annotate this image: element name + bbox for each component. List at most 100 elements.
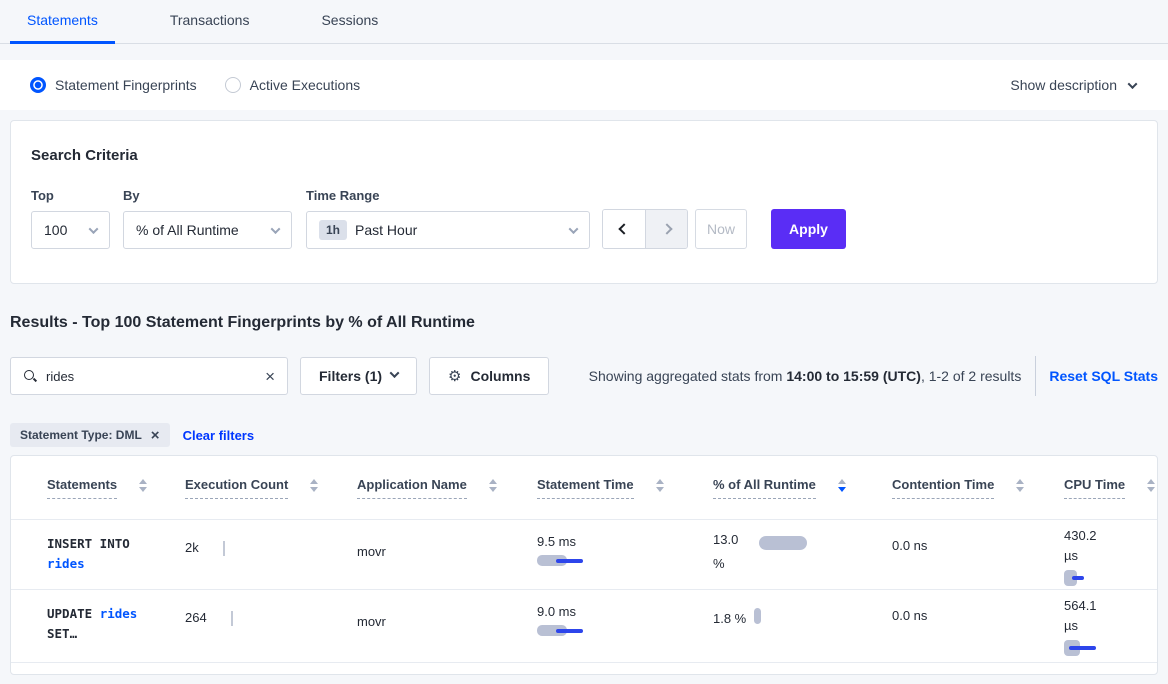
stats-summary: Showing aggregated stats from 14:00 to 1… xyxy=(589,368,1022,384)
filter-chip-statement-type[interactable]: Statement Type: DML × xyxy=(10,423,170,447)
sort-icon xyxy=(1016,479,1024,492)
statement-time-cell: 9.5 ms xyxy=(537,520,713,589)
time-range-value: Past Hour xyxy=(355,222,417,238)
stats-suffix: , 1-2 of 2 results xyxy=(921,368,1021,384)
contention-time-cell: 0.0 ns xyxy=(892,590,1064,662)
pct-runtime-cell: 13.0 % xyxy=(713,520,892,589)
cpu-time-cell: 430.2 µs xyxy=(1064,520,1149,589)
time-range-badge: 1h xyxy=(319,220,347,240)
show-description-toggle[interactable]: Show description xyxy=(1010,77,1136,93)
table-header-row: Statements Execution Count Application N… xyxy=(11,456,1157,520)
search-criteria-card: Search Criteria Top 100 By % of All Runt… xyxy=(10,120,1158,284)
by-label: By xyxy=(123,188,292,203)
next-time-button[interactable] xyxy=(645,210,687,248)
chevron-down-icon xyxy=(569,224,579,234)
sql-keyword: UPDATE xyxy=(47,606,92,621)
column-header-statement-time[interactable]: Statement Time xyxy=(537,477,713,499)
results-table: Statements Execution Count Application N… xyxy=(10,455,1158,675)
clear-search-icon[interactable]: × xyxy=(265,368,275,385)
columns-label: Columns xyxy=(470,368,530,384)
show-description-label: Show description xyxy=(1010,77,1117,93)
cpu-time-bar xyxy=(1064,570,1149,586)
execution-count-value: 2k xyxy=(185,540,199,589)
column-header-cpu-time[interactable]: CPU Time xyxy=(1064,477,1155,499)
top-label: Top xyxy=(31,188,110,203)
columns-button[interactable]: ⚙ Columns xyxy=(429,357,549,395)
search-input[interactable] xyxy=(46,369,256,384)
statement-cell: INSERT INTO rides xyxy=(47,520,185,589)
sort-desc-icon xyxy=(838,479,846,492)
column-header-statements[interactable]: Statements xyxy=(47,477,185,499)
application-name-cell: movr xyxy=(357,590,537,662)
table-row: INSERT INTO rides 2k movr 9.5 ms 13.0 % … xyxy=(11,520,1157,590)
radio-selected-icon xyxy=(30,77,46,93)
column-header-pct-runtime[interactable]: % of All Runtime xyxy=(713,477,892,499)
pct-runtime-value: 1.8 % xyxy=(713,598,746,662)
radio-active-executions[interactable]: Active Executions xyxy=(225,77,361,93)
radio-label: Statement Fingerprints xyxy=(55,77,197,93)
column-header-label: Statement Time xyxy=(537,477,634,499)
search-box: × xyxy=(10,357,288,395)
execution-count-cell: 2k xyxy=(185,520,357,589)
column-header-execution-count[interactable]: Execution Count xyxy=(185,477,357,499)
time-range-field: Time Range 1h Past Hour xyxy=(306,188,590,249)
clear-filters-link[interactable]: Clear filters xyxy=(183,428,255,443)
filters-label: Filters (1) xyxy=(319,368,382,384)
search-criteria-controls: Top 100 By % of All Runtime Time Range 1… xyxy=(31,188,1137,249)
statement-link[interactable]: rides xyxy=(47,554,185,574)
top-field: Top 100 xyxy=(31,188,110,249)
now-button[interactable]: Now xyxy=(695,209,747,249)
chevron-right-icon xyxy=(661,223,672,234)
filter-chip-label: Statement Type: DML xyxy=(20,428,142,442)
active-filters-row: Statement Type: DML × Clear filters xyxy=(10,423,1158,447)
pct-runtime-value: 13.0 % xyxy=(713,528,753,589)
pct-runtime-bar xyxy=(759,536,807,550)
tab-statements[interactable]: Statements xyxy=(10,0,115,44)
gear-icon: ⚙ xyxy=(448,367,461,385)
chevron-down-icon xyxy=(390,368,400,378)
top-select[interactable]: 100 xyxy=(31,211,110,249)
column-header-label: Execution Count xyxy=(185,477,288,499)
radio-unselected-icon xyxy=(225,77,241,93)
cpu-time-value: 430.2 µs xyxy=(1064,526,1110,566)
table-row: UPDATE rides SET… 264 movr 9.0 ms 1.8 % … xyxy=(11,590,1157,663)
column-header-label: Statements xyxy=(47,477,117,499)
prev-time-button[interactable] xyxy=(603,210,645,248)
radio-statement-fingerprints[interactable]: Statement Fingerprints xyxy=(30,77,197,93)
vertical-divider xyxy=(1035,356,1036,396)
tab-sessions[interactable]: Sessions xyxy=(304,0,395,44)
statement-cell: UPDATE rides SET… xyxy=(47,590,185,662)
column-header-application-name[interactable]: Application Name xyxy=(357,477,537,499)
apply-button[interactable]: Apply xyxy=(771,209,846,249)
time-range-label: Time Range xyxy=(306,188,590,203)
statement-time-value: 9.5 ms xyxy=(537,534,713,549)
tab-label: Transactions xyxy=(170,12,250,28)
search-icon xyxy=(23,369,37,383)
cpu-time-value: 564.1 µs xyxy=(1064,596,1110,636)
by-select[interactable]: % of All Runtime xyxy=(123,211,292,249)
chevron-down-icon xyxy=(271,224,281,234)
contention-time-cell: 0.0 ns xyxy=(892,520,1064,589)
sort-icon xyxy=(310,479,318,492)
reset-sql-stats-link[interactable]: Reset SQL Stats xyxy=(1049,368,1158,384)
time-nav-group xyxy=(602,209,688,249)
results-controls: × Filters (1) ⚙ Columns Showing aggregat… xyxy=(10,356,1158,396)
sql-rest: SET… xyxy=(47,624,185,644)
by-field: By % of All Runtime xyxy=(123,188,292,249)
statement-link[interactable]: rides xyxy=(100,606,138,621)
filters-button[interactable]: Filters (1) xyxy=(300,357,417,395)
view-toggle-bar: Statement Fingerprints Active Executions… xyxy=(0,60,1168,110)
column-header-label: Application Name xyxy=(357,477,467,499)
column-header-contention-time[interactable]: Contention Time xyxy=(892,477,1064,499)
tab-label: Sessions xyxy=(321,12,378,28)
statement-time-bar xyxy=(537,555,585,567)
column-header-label: CPU Time xyxy=(1064,477,1125,499)
stats-prefix: Showing aggregated stats from xyxy=(589,368,787,384)
search-criteria-title: Search Criteria xyxy=(31,147,1137,164)
statement-time-value: 9.0 ms xyxy=(537,604,713,619)
remove-filter-icon[interactable]: × xyxy=(151,428,160,443)
tab-transactions[interactable]: Transactions xyxy=(153,0,267,44)
top-select-value: 100 xyxy=(44,222,67,238)
time-range-select[interactable]: 1h Past Hour xyxy=(306,211,590,249)
sql-keyword: INSERT INTO xyxy=(47,534,185,554)
